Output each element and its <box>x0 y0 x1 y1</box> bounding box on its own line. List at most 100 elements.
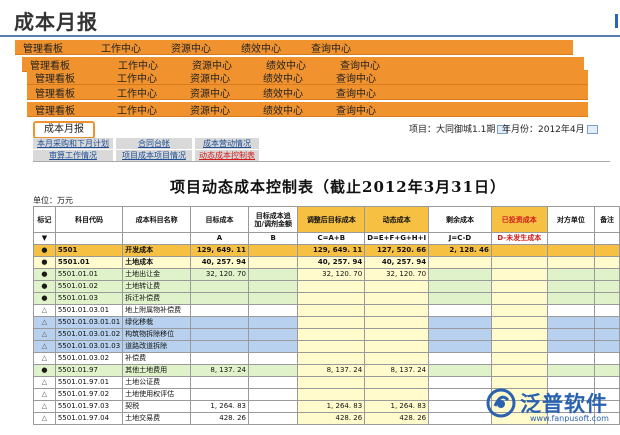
table-row[interactable]: △ 5501.01.03.01.01 绿化移栽 <box>33 316 620 329</box>
adjust-cell <box>247 340 299 353</box>
nav-item-performance-center[interactable]: 绩效中心 <box>263 85 336 100</box>
nav-item-work-center[interactable]: 工作中心 <box>117 102 190 117</box>
nav-item-work-center[interactable]: 工作中心 <box>117 70 190 85</box>
table-row[interactable]: △ 5501.01.03.01 地上附属物补偿费 <box>33 304 620 317</box>
nav-item-dashboard[interactable]: 管理看板 <box>35 70 117 85</box>
remark-cell <box>594 316 620 329</box>
counterparty-cell <box>546 316 596 329</box>
nav-item-dashboard[interactable]: 管理看板 <box>35 85 117 100</box>
formula-cell: J=C-D <box>428 232 492 245</box>
code-cell: 5501.01.03 <box>54 292 124 305</box>
code-cell: 5501.01.97.01 <box>54 376 124 389</box>
nav-item-query-center[interactable]: 查询中心 <box>336 70 406 85</box>
formula-cell: D=E+F+G+H+I <box>364 232 430 245</box>
nav-item-query-center[interactable]: 查询中心 <box>336 85 406 100</box>
tab-cost-change[interactable]: 成本营动情况 <box>195 138 259 149</box>
nav-item-resource-center[interactable]: 资源中心 <box>190 102 263 117</box>
table-row[interactable]: ● 5501 开发成本 129, 649. 11 129, 649. 11 127, 52… <box>33 244 620 257</box>
table-row[interactable]: △ 5501.01.03.01.02 构筑物拆除移位 <box>33 328 620 341</box>
dynamic-cost-cell <box>364 388 430 401</box>
nav-item-performance-center[interactable]: 绩效中心 <box>263 70 336 85</box>
adjust-cell <box>247 316 299 329</box>
invested-cost-cell <box>490 364 548 377</box>
col-header: 标记 <box>33 206 56 233</box>
report-title: 项目动态成本控制表（截止2012年3月31日） <box>170 178 507 196</box>
name-cell: 绿化移栽 <box>122 316 192 329</box>
invested-cost-cell <box>490 352 548 365</box>
table-row[interactable]: ● 5501.01.03 拆迁补偿费 <box>33 292 620 305</box>
table-row[interactable]: △ 5501.01.97.01 土地公证费 <box>33 376 620 389</box>
nav-item-dashboard[interactable]: 管理看板 <box>35 102 117 117</box>
nav-item-dashboard[interactable]: 管理看板 <box>23 40 101 55</box>
nav-item-performance-center[interactable]: 绩效中心 <box>263 102 336 117</box>
adjusted-cost-cell <box>297 292 366 305</box>
tab-project-cost-status[interactable]: 项目成本项目情况 <box>116 150 192 161</box>
table-row[interactable]: ● 5501.01.01 土地出让金 32, 120. 70 32, 120. 70 32… <box>33 268 620 281</box>
formula-cell <box>594 232 620 245</box>
name-cell: 土地交易费 <box>122 412 192 425</box>
invested-cost-cell <box>490 328 548 341</box>
nav-item-resource-center[interactable]: 资源中心 <box>190 85 263 100</box>
nav-bar-3: 管理看板 工作中心 资源中心 绩效中心 查询中心 <box>27 70 588 85</box>
name-cell: 土地成本 <box>122 256 192 269</box>
code-cell: 5501.01.03.02 <box>54 352 124 365</box>
remark-cell <box>594 268 620 281</box>
name-cell: 补偿费 <box>122 352 192 365</box>
name-cell: 地上附属物补偿费 <box>122 304 192 317</box>
table-row[interactable]: △ 5501.01.03.01.03 道路改道拆除 <box>33 340 620 353</box>
adjusted-cost-cell <box>297 340 366 353</box>
tab-contract-ledger[interactable]: 合同台帐 <box>116 138 192 149</box>
target-cost-cell <box>190 352 249 365</box>
counterparty-cell <box>546 280 596 293</box>
mark-cell: △ <box>33 304 56 317</box>
adjust-cell <box>247 328 299 341</box>
formula-row: ▼ A B C=A+B D=E+F+G+H+I J=C-D D-未发生成本 <box>33 232 620 245</box>
nav-bar-4: 管理看板 工作中心 资源中心 绩效中心 查询中心 <box>27 85 588 100</box>
code-cell: 5501.01.97.02 <box>54 388 124 401</box>
name-cell: 道路改道拆除 <box>122 340 192 353</box>
adjusted-cost-cell: 428. 26 <box>297 412 366 425</box>
nav-item-query-center[interactable]: 查询中心 <box>336 102 406 117</box>
nav-item-query-center[interactable]: 查询中心 <box>311 40 381 55</box>
calendar-icon[interactable] <box>586 125 598 134</box>
remark-cell <box>594 328 620 341</box>
dynamic-cost-cell: 8, 137. 24 <box>364 364 430 377</box>
table-row[interactable]: ● 5501.01.97 其他土地费用 8, 137. 24 8, 137. 24 8, … <box>33 364 620 377</box>
nav-item-work-center[interactable]: 工作中心 <box>101 40 171 55</box>
remaining-cost-cell: 2, 128. 46 <box>428 244 492 257</box>
col-header: 成本科目名称 <box>122 206 192 233</box>
col-header: 目标成本追加/调剂金额 <box>247 206 299 233</box>
mark-cell: △ <box>33 376 56 389</box>
dynamic-cost-cell: 1, 264. 83 <box>364 400 430 413</box>
adjusted-cost-cell <box>297 304 366 317</box>
invested-cost-cell <box>490 244 548 257</box>
mark-cell: △ <box>33 412 56 425</box>
adjust-cell <box>247 304 299 317</box>
page-title: 成本月报 <box>14 10 98 34</box>
dynamic-cost-cell <box>364 316 430 329</box>
remark-cell <box>594 280 620 293</box>
nav-item-resource-center[interactable]: 资源中心 <box>171 40 241 55</box>
remaining-cost-cell <box>428 364 492 377</box>
project-selector[interactable]: 项目：大同御城1.1期 <box>409 122 509 135</box>
nav-item-resource-center[interactable]: 资源中心 <box>190 70 263 85</box>
tab-dynamic-cost-control[interactable]: 动态成本控制表 <box>195 150 259 161</box>
tab-purchase-plan[interactable]: 本月采购和下月计划 <box>33 138 113 149</box>
table-row[interactable]: ● 5501.01.02 土地转让费 <box>33 280 620 293</box>
name-cell: 契税 <box>122 400 192 413</box>
month-selector[interactable]: 年月份：2012年4月 <box>502 122 598 135</box>
cost-report-button[interactable]: 成本月报 <box>33 121 95 139</box>
tab-audit-status[interactable]: 审算工作情况 <box>33 150 113 161</box>
table-row[interactable]: ● 5501.01 土地成本 40, 257. 94 40, 257. 94 40, 25… <box>33 256 620 269</box>
name-cell: 拆迁补偿费 <box>122 292 192 305</box>
corner-mark <box>615 14 618 28</box>
target-cost-cell <box>190 328 249 341</box>
code-cell: 5501.01.03.01.02 <box>54 328 124 341</box>
invested-cost-cell <box>490 292 548 305</box>
target-cost-cell <box>190 280 249 293</box>
dynamic-cost-cell: 32, 120. 70 <box>364 268 430 281</box>
mark-cell: ● <box>33 280 56 293</box>
nav-item-performance-center[interactable]: 绩效中心 <box>241 40 311 55</box>
nav-item-work-center[interactable]: 工作中心 <box>117 85 190 100</box>
table-row[interactable]: △ 5501.01.03.02 补偿费 <box>33 352 620 365</box>
